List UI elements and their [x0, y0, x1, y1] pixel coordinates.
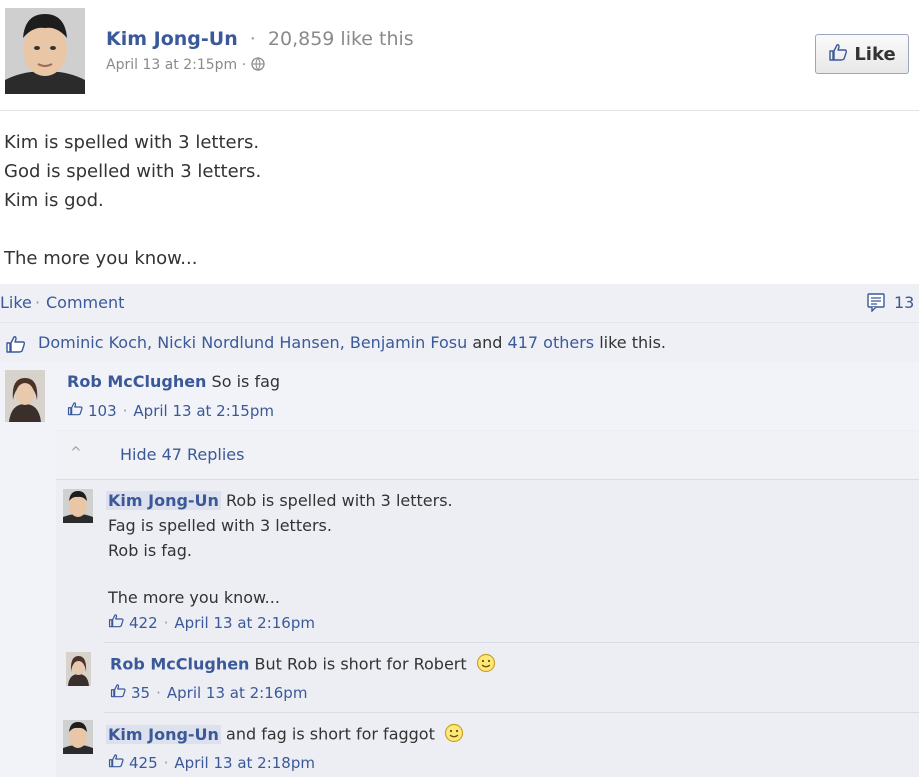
like-page-button[interactable]: Like — [815, 34, 909, 74]
thumbs-up-icon[interactable] — [108, 753, 125, 772]
likes-others-link[interactable]: 417 others — [508, 333, 595, 352]
commenter-avatar[interactable] — [5, 370, 45, 422]
reply-line: Rob McClughen But Rob is short for Rober… — [110, 653, 496, 677]
thumbs-up-icon — [5, 335, 27, 357]
separator-dot: · — [163, 613, 169, 632]
page-like-count: 20,859 like this — [267, 28, 414, 50]
comment-link[interactable]: Comment — [46, 293, 124, 312]
likes-and: and — [472, 333, 503, 352]
likes-summary-text: Dominic Koch, Nicki Nordlund Hansen, Ben… — [38, 333, 666, 352]
reply-text: But Rob is short for Robert — [254, 654, 467, 674]
reply-text: Rob is spelled with 3 letters. — [226, 491, 453, 510]
post-author-avatar[interactable] — [5, 8, 85, 94]
thumbs-up-icon[interactable] — [67, 401, 84, 420]
smiley-icon — [476, 653, 496, 677]
reply-meta: 425 · April 13 at 2:18pm — [108, 753, 315, 772]
post-author-name[interactable]: Kim Jong-Un — [106, 28, 238, 50]
hide-replies-row[interactable]: ^ Hide 47 Replies — [56, 431, 919, 480]
post-action-bar: Like · Comment 13 — [0, 284, 919, 322]
liker-names[interactable]: Dominic Koch, Nicki Nordlund Hansen, Ben… — [38, 333, 467, 352]
comment-count[interactable]: 13 — [894, 293, 914, 312]
like-page-label: Like — [854, 43, 896, 65]
post-timestamp[interactable]: April 13 at 2:15pm · — [106, 57, 246, 73]
thumbs-up-icon[interactable] — [110, 683, 127, 702]
reply-divider — [104, 642, 919, 643]
comment-line: Rob McClughen So is fag — [67, 372, 280, 391]
post-body-line: Kim is spelled with 3 letters. — [4, 132, 260, 153]
comment-meta: 103 · April 13 at 2:15pm — [67, 401, 274, 420]
reply-author-avatar[interactable] — [63, 489, 93, 523]
reply-author[interactable]: Kim Jong-Un — [106, 491, 221, 510]
comment-like-count[interactable]: 103 — [88, 402, 117, 420]
post-body-line: The more you know... — [4, 248, 198, 269]
post-body-line: Kim is god. — [4, 190, 104, 211]
chevron-up-icon: ^ — [70, 445, 82, 461]
comment-timestamp[interactable]: April 13 at 2:15pm — [133, 402, 274, 420]
separator-dot: · — [156, 683, 161, 702]
comment-author[interactable]: Rob McClughen — [67, 372, 206, 391]
reply-timestamp[interactable]: April 13 at 2:18pm — [174, 754, 315, 772]
globe-icon — [250, 57, 265, 73]
smiley-icon — [444, 723, 464, 747]
reply-author[interactable]: Kim Jong-Un — [106, 724, 221, 744]
post-header-line: Kim Jong-Un · 20,859 like this — [106, 28, 414, 50]
separator-dot: · — [35, 293, 41, 312]
reply-author-avatar[interactable] — [66, 652, 91, 686]
post-timestamp-line: April 13 at 2:15pm · — [106, 57, 265, 73]
reply-text: Rob is fag. — [108, 541, 192, 560]
reply-author[interactable]: Rob McClughen — [110, 655, 249, 674]
thumbs-up-icon — [828, 43, 848, 66]
like-link[interactable]: Like — [0, 293, 32, 312]
reply-line: Kim Jong-Un and fag is short for faggot — [106, 723, 464, 747]
reply-timestamp[interactable]: April 13 at 2:16pm — [167, 684, 308, 702]
header-divider — [0, 110, 919, 111]
separator-dot: · — [122, 401, 128, 420]
reply-like-count[interactable]: 35 — [131, 684, 150, 702]
thumbs-up-icon[interactable] — [108, 613, 125, 632]
reply-text: and fag is short for faggot — [226, 724, 435, 744]
reply-meta: 35 · April 13 at 2:16pm — [110, 683, 307, 702]
reply-line: Kim Jong-Un Rob is spelled with 3 letter… — [106, 491, 453, 510]
reply-divider — [104, 712, 919, 713]
comment-icon[interactable] — [866, 292, 886, 316]
hide-replies-link[interactable]: Hide 47 Replies — [120, 445, 244, 464]
reply-text: Fag is spelled with 3 letters. — [108, 516, 332, 535]
reply-author-avatar[interactable] — [63, 720, 93, 754]
separator-dot: · — [249, 28, 256, 50]
reply-like-count[interactable]: 422 — [129, 614, 158, 632]
reply-text: The more you know... — [108, 588, 280, 607]
reply-like-count[interactable]: 425 — [129, 754, 158, 772]
comment-text: So is fag — [211, 372, 281, 391]
separator-dot: · — [163, 753, 169, 772]
likes-suffix: like this. — [599, 333, 667, 352]
reply-timestamp[interactable]: April 13 at 2:16pm — [174, 614, 315, 632]
reply-meta: 422 · April 13 at 2:16pm — [108, 613, 315, 632]
likes-summary-row: Dominic Koch, Nicki Nordlund Hansen, Ben… — [0, 322, 919, 363]
post-body-line: God is spelled with 3 letters. — [4, 161, 262, 182]
